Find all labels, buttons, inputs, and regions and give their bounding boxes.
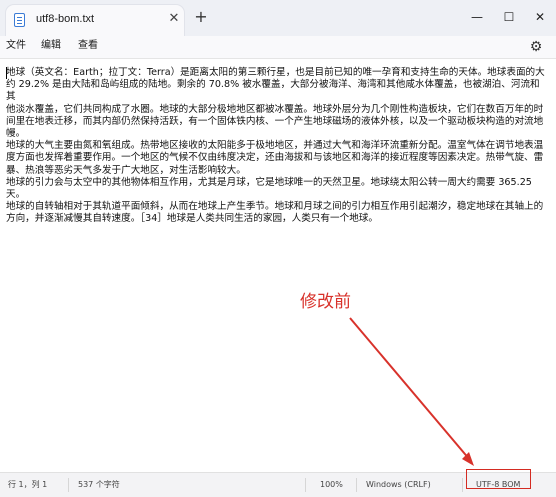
status-char-count: 537 个字符 [78, 480, 120, 489]
status-divider [356, 478, 357, 492]
status-divider [68, 478, 69, 492]
status-zoom[interactable]: 100% [320, 480, 343, 490]
annotation-arrow [349, 317, 474, 466]
status-divider [305, 478, 306, 492]
status-position: 行 1，列 1 [8, 480, 48, 489]
encoding-highlight-box [466, 469, 531, 489]
status-line-ending[interactable]: Windows (CRLF) [366, 480, 431, 490]
status-divider [462, 478, 463, 492]
annotation-arrow-line [349, 317, 471, 461]
